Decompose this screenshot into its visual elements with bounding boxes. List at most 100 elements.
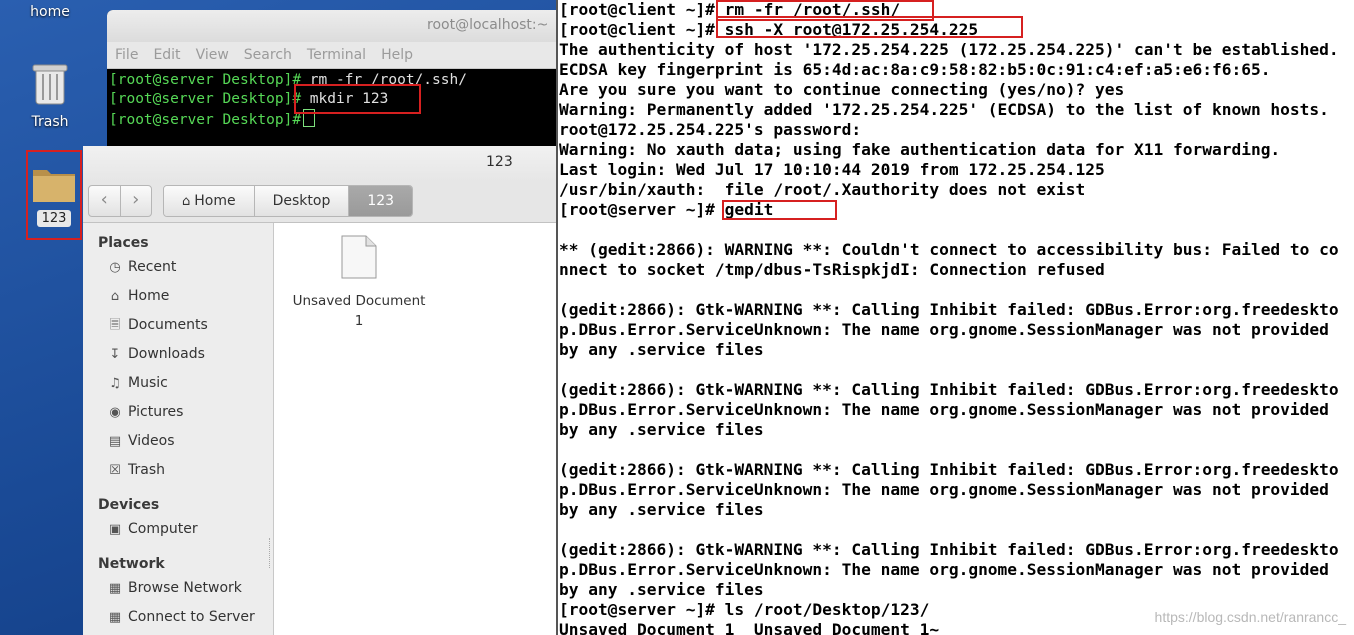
terminal-line: p.DBus.Error.ServiceUnknown: The name or…	[559, 400, 1329, 419]
terminal-line: by any .service files	[559, 340, 764, 359]
terminal-line: by any .service files	[559, 580, 764, 599]
desktop-trash-icon[interactable]: Trash	[10, 60, 90, 130]
sidebar-item-videos[interactable]: ▤ Videos	[83, 427, 273, 456]
sidebar-item-label: Recent	[128, 259, 177, 275]
prompt: [root@server Desktop]#	[109, 72, 302, 88]
sidebar-item-home[interactable]: ⌂ Home	[83, 282, 273, 311]
sidebar-item-label: Videos	[128, 433, 175, 449]
sidebar-item-label: Pictures	[128, 404, 184, 420]
prompt: [root@server Desktop]#	[109, 112, 302, 128]
terminal-line: Are you sure you want to continue connec…	[559, 80, 1125, 99]
terminal-line: p.DBus.Error.ServiceUnknown: The name or…	[559, 320, 1329, 339]
file-item[interactable]: Unsaved Document 1	[284, 235, 434, 331]
sidebar-item-browse-network[interactable]: ▦ Browse Network	[83, 574, 273, 603]
places-heading: Places	[98, 235, 149, 251]
home-icon: ⌂	[182, 194, 191, 209]
terminal-line: ECDSA key fingerprint is 65:4d:ac:8a:c9:…	[559, 60, 1271, 79]
trash-can-icon	[32, 64, 68, 105]
sidebar-item-label: Documents	[128, 317, 208, 333]
watermark: https://blog.csdn.net/ranrancc_	[1154, 609, 1346, 625]
devices-heading: Devices	[98, 497, 160, 513]
network-icon: ▦	[108, 581, 122, 596]
file-name-line2: 1	[354, 313, 364, 329]
terminal-line: by any .service files	[559, 500, 764, 519]
sidebar-item-label: Trash	[128, 462, 165, 478]
terminal-line: Warning: No xauth data; using fake authe…	[559, 140, 1281, 159]
breadcrumb-desktop[interactable]: Desktop	[254, 186, 350, 216]
home-icon: ⌂	[110, 289, 120, 304]
network-heading: Network	[98, 556, 165, 572]
highlight-box	[722, 200, 837, 220]
terminal-line: root@172.25.254.225's password:	[559, 120, 862, 139]
places-sidebar: Places ◷ Recent ⌂ Home 🗏 Documents ↧ Downloa…	[83, 223, 275, 635]
terminal-line: (gedit:2866): Gtk-WARNING **: Calling In…	[559, 300, 1339, 319]
terminal-line: The authenticity of host '172.25.254.225…	[559, 40, 1339, 59]
desktop-folder-123[interactable]: 123	[26, 150, 82, 240]
sidebar-item-recent[interactable]: ◷ Recent	[83, 253, 273, 282]
download-icon: ↧	[109, 347, 121, 362]
clock-icon: ◷	[109, 260, 121, 275]
breadcrumb: ⌂ Home Desktop 123	[163, 185, 414, 217]
terminal-line: nnect to socket /tmp/dbus-TsRispkjdI: Co…	[559, 260, 1105, 279]
sidebar-item-label: Connect to Server	[128, 609, 255, 625]
desktop-icon-label: home	[30, 4, 70, 20]
menu-search[interactable]: Search	[244, 47, 292, 63]
desktop-icon-label: Trash	[31, 114, 69, 130]
sidebar-item-music[interactable]: ♫ Music	[83, 369, 273, 398]
highlight-box	[294, 84, 421, 114]
file-name-line1: Unsaved Document	[292, 293, 426, 309]
terminal-line: [root@server ~]# gedit	[559, 200, 774, 219]
prompt: [root@server Desktop]#	[109, 91, 302, 107]
terminal-line: ** (gedit:2866): WARNING **: Couldn't co…	[559, 240, 1339, 259]
drive-icon: ▣	[108, 522, 122, 537]
sidebar-item-downloads[interactable]: ↧ Downloads	[83, 340, 273, 369]
music-icon: ♫	[109, 376, 121, 391]
sidebar-item-label: Downloads	[128, 346, 205, 362]
sidebar-item-documents[interactable]: 🗏 Documents	[83, 311, 273, 340]
breadcrumb-label: Home	[194, 193, 236, 209]
highlight-box	[716, 16, 1023, 38]
back-button[interactable]: ‹	[89, 186, 121, 216]
desktop-icon-label: 123	[36, 210, 72, 227]
sidebar-item-label: Computer	[128, 521, 198, 537]
camera-icon: ◉	[109, 405, 121, 420]
sidebar-item-computer[interactable]: ▣ Computer	[83, 515, 273, 544]
terminal-line: p.DBus.Error.ServiceUnknown: The name or…	[559, 560, 1329, 579]
terminal-line: p.DBus.Error.ServiceUnknown: The name or…	[559, 480, 1329, 499]
menu-terminal[interactable]: Terminal	[307, 47, 366, 63]
menu-edit[interactable]: Edit	[153, 47, 180, 63]
forward-button[interactable]: ›	[121, 186, 152, 216]
sidebar-item-label: Music	[128, 375, 168, 391]
film-icon: ▤	[108, 434, 122, 449]
sidebar-item-pictures[interactable]: ◉ Pictures	[83, 398, 273, 427]
menu-file[interactable]: File	[115, 47, 138, 63]
desktop-home-icon[interactable]: home	[10, 0, 90, 20]
file-manager-window[interactable]: 123 ‹ › ⌂ Home Desktop 123 Places ◷ Recent…	[83, 146, 556, 635]
document-icon: 🗏	[109, 318, 121, 333]
terminal-line: Last login: Wed Jul 17 10:10:44 2019 fro…	[559, 160, 1105, 179]
breadcrumb-123[interactable]: 123	[349, 186, 413, 216]
menu-help[interactable]: Help	[381, 47, 413, 63]
terminal-line: by any .service files	[559, 420, 764, 439]
history-buttons: ‹ ›	[88, 185, 152, 217]
sidebar-item-trash[interactable]: ☒ Trash	[83, 456, 273, 485]
file-manager-toolbar: ‹ › ⌂ Home Desktop 123	[83, 182, 556, 223]
terminal-line: (gedit:2866): Gtk-WARNING **: Calling In…	[559, 460, 1339, 479]
folder-icon	[33, 170, 75, 202]
window-titlebar: 123	[83, 146, 556, 182]
terminal-line: (gedit:2866): Gtk-WARNING **: Calling In…	[559, 540, 1339, 559]
menu-view[interactable]: View	[196, 47, 229, 63]
terminal-line: Warning: Permanently added '172.25.254.2…	[559, 100, 1329, 119]
document-icon	[341, 235, 377, 279]
breadcrumb-home[interactable]: ⌂ Home	[164, 186, 255, 216]
server-terminal-window[interactable]: root@localhost:~ File Edit View Search Termi…	[107, 10, 556, 150]
sidebar-item-connect-server[interactable]: ▦ Connect to Server	[83, 603, 273, 632]
file-view[interactable]: Unsaved Document 1	[274, 223, 556, 635]
client-terminal-output[interactable]: [root@client ~]# rm -fr /root/.ssh/[root…	[556, 0, 1354, 635]
sidebar-item-label: Home	[128, 288, 170, 304]
terminal-menubar: File Edit View Search Terminal Help	[107, 42, 556, 69]
